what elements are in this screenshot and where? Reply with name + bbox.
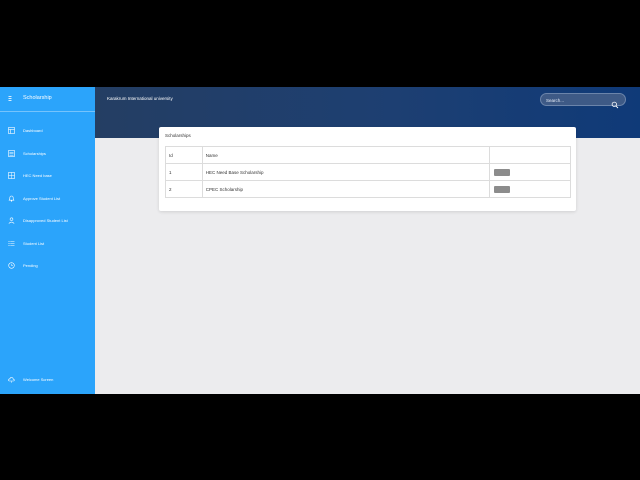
sidebar: Scholarship Dashboard Scholarships HEC N… — [0, 87, 95, 394]
search-box[interactable] — [540, 93, 626, 109]
sidebar-brand-title: Scholarship — [23, 95, 52, 101]
sidebar-item-label: Pending — [23, 263, 38, 268]
sidebar-item-label: Student List — [23, 241, 45, 246]
app-window: Scholarship Dashboard Scholarships HEC N… — [0, 87, 640, 394]
row-action-button[interactable] — [493, 168, 510, 176]
search-icon[interactable] — [611, 96, 619, 109]
sidebar-item-student-list[interactable]: Student List — [0, 237, 95, 251]
search-input[interactable] — [546, 96, 610, 104]
cell-id: 1 — [165, 163, 203, 181]
sidebar-item-scholarships[interactable]: Scholarships — [0, 147, 95, 161]
list-icon — [8, 150, 15, 157]
sidebar-item-label: HEC Need base — [23, 173, 52, 178]
sidebar-item-label: Dashboard — [23, 128, 43, 133]
sidebar-item-approve-student-list[interactable]: Approve Student List — [0, 192, 95, 206]
row-action-button[interactable] — [493, 185, 510, 193]
hamburger-icon[interactable] — [8, 95, 15, 102]
scholarships-table: Id Name 1 HEC Need Base Scholarship 2 CP… — [165, 146, 572, 198]
column-header-name: Name — [201, 146, 490, 164]
person-icon — [8, 217, 15, 224]
bell-icon — [8, 195, 15, 202]
cell-actions — [488, 163, 572, 181]
sidebar-brand[interactable]: Scholarship — [0, 87, 95, 112]
sidebar-item-label: Approve Student List — [23, 196, 61, 201]
sidebar-item-dashboard[interactable]: Dashboard — [0, 124, 95, 138]
sidebar-item-label: Disapproved Student List — [23, 218, 68, 223]
card-title: Scholarships — [165, 133, 191, 138]
cell-id: 2 — [165, 180, 203, 198]
column-header-id: Id — [165, 146, 203, 164]
cell-name: HEC Need Base Scholarship — [201, 163, 490, 181]
cell-actions — [488, 180, 572, 198]
scholarships-card: Scholarships Id Name 1 HEC Need Base Sch… — [159, 127, 576, 211]
column-header-actions — [488, 146, 572, 164]
cloud-icon — [8, 376, 15, 383]
sidebar-item-label: Welcome Screen — [23, 377, 54, 382]
table-header-row: Id Name — [165, 146, 572, 164]
clock-icon — [8, 262, 15, 269]
table-row: 2 CPEC Scholarship — [165, 180, 572, 198]
sidebar-item-welcome-screen[interactable]: Welcome Screen — [0, 373, 95, 387]
sidebar-item-label: Scholarships — [23, 151, 46, 156]
table-row: 1 HEC Need Base Scholarship — [165, 163, 572, 181]
table-icon — [8, 172, 15, 179]
bullets-icon — [8, 240, 15, 247]
dashboard-icon — [8, 127, 15, 134]
sidebar-item-pending[interactable]: Pending — [0, 259, 95, 273]
sidebar-item-disapproved-student-list[interactable]: Disapproved Student List — [0, 214, 95, 228]
sidebar-item-hec-need-base[interactable]: HEC Need base — [0, 169, 95, 183]
university-name: Karakrum International university — [107, 96, 173, 101]
cell-name: CPEC Scholarship — [201, 180, 490, 198]
